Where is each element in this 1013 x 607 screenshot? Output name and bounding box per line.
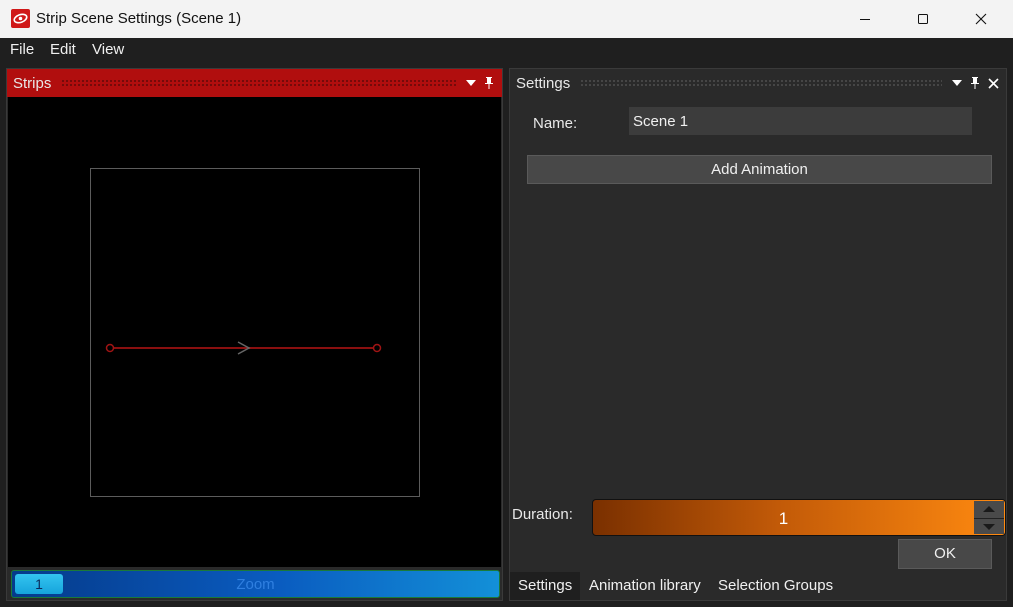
title-bar: Strip Scene Settings (Scene 1): [0, 0, 1013, 38]
name-field[interactable]: [629, 107, 972, 135]
strips-panel: Strips Zoom 1: [6, 68, 503, 601]
menu-edit[interactable]: Edit: [50, 41, 76, 58]
dock-close-button[interactable]: [984, 69, 1002, 97]
spin-up-button[interactable]: [974, 501, 1004, 517]
dock-pin-button[interactable]: [966, 69, 984, 97]
pin-icon: [485, 77, 493, 89]
settings-panel-header[interactable]: Settings: [510, 69, 1006, 97]
triangle-up-icon: [983, 506, 995, 512]
tab-settings[interactable]: Settings: [510, 572, 581, 600]
strip-start-point: [105, 343, 115, 353]
maximize-button[interactable]: [894, 0, 952, 38]
spin-down-button[interactable]: [974, 518, 1004, 534]
duration-value[interactable]: 1: [593, 509, 974, 529]
settings-panel: Settings Name: Add Animation Duration: 1…: [509, 68, 1007, 601]
strips-panel-title: Strips: [13, 74, 52, 92]
menu-file[interactable]: File: [10, 41, 34, 58]
name-label: Name:: [533, 115, 578, 132]
triangle-down-icon: [952, 80, 962, 86]
dock-pin-button[interactable]: [480, 69, 498, 97]
settings-panel-title: Settings: [516, 74, 571, 92]
dock-menu-button[interactable]: [462, 69, 480, 97]
zoom-bar[interactable]: Zoom 1: [11, 570, 500, 598]
tab-selection-groups[interactable]: Selection Groups: [710, 572, 841, 600]
close-icon: [975, 13, 987, 25]
close-window-button[interactable]: [952, 0, 1010, 38]
close-icon: [987, 77, 999, 89]
triangle-down-icon: [466, 80, 476, 86]
zoom-value[interactable]: 1: [15, 574, 63, 594]
strips-panel-header[interactable]: Strips: [7, 69, 502, 97]
settings-tab-bar: Settings Animation library Selection Gro…: [510, 572, 1006, 600]
duration-spin-buttons: [974, 501, 1004, 534]
zoom-label: Zoom: [236, 576, 275, 593]
triangle-down-icon: [983, 523, 995, 530]
dock-grip[interactable]: [580, 79, 942, 87]
strip-drawing[interactable]: [8, 97, 501, 567]
strip-end-point: [372, 343, 382, 353]
add-animation-button[interactable]: Add Animation: [527, 155, 992, 184]
maximize-icon: [918, 14, 928, 24]
dock-grip[interactable]: [61, 79, 456, 87]
duration-label: Duration:: [512, 506, 573, 523]
menu-bar: File Edit View: [0, 38, 1013, 62]
app-logo-icon: [11, 9, 30, 28]
window-title: Strip Scene Settings (Scene 1): [36, 10, 242, 27]
strips-canvas[interactable]: [8, 97, 501, 567]
menu-view[interactable]: View: [92, 41, 124, 58]
minimize-icon: [860, 19, 870, 20]
tab-animation-library[interactable]: Animation library: [581, 572, 709, 600]
ok-button[interactable]: OK: [898, 539, 992, 569]
minimize-button[interactable]: [836, 0, 894, 38]
dock-menu-button[interactable]: [948, 69, 966, 97]
pin-icon: [971, 77, 979, 89]
duration-spinbox[interactable]: 1: [592, 499, 1006, 536]
